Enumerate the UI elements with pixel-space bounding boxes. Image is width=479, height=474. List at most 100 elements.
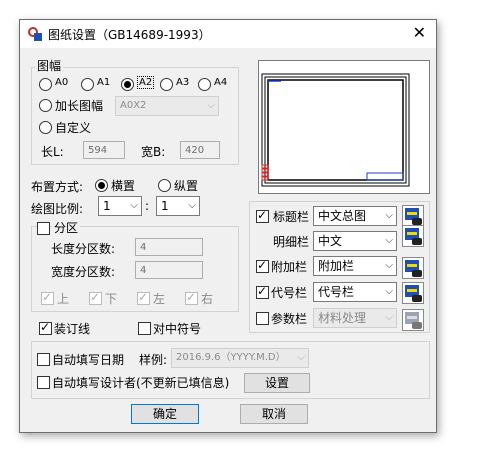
extended-size-select[interactable]: A0X2 ⌵	[115, 96, 219, 116]
radio-a0[interactable]	[39, 78, 52, 91]
code-block-label: 代号栏	[271, 286, 308, 300]
chevron-down-icon: ⌵	[188, 200, 196, 211]
radio-a1-label: A1	[97, 77, 111, 88]
extended-size-label: 加长图幅	[55, 99, 104, 113]
settings-button[interactable]: 设置	[244, 373, 310, 393]
autofill-date-label: 自动填写日期	[52, 353, 125, 367]
additional-block-checkbox[interactable]	[256, 258, 269, 273]
radio-portrait[interactable]	[158, 179, 171, 192]
zone-top-label: 上	[57, 292, 70, 306]
binoculars-icon	[412, 322, 422, 329]
scale-right-value: 1	[161, 199, 169, 213]
width-field[interactable]: 420	[180, 141, 220, 159]
radio-landscape[interactable]	[95, 179, 108, 192]
title-block-label: 标题栏	[273, 210, 310, 224]
zones-checkbox[interactable]	[37, 222, 50, 235]
zone-bottom-checkbox[interactable]	[89, 290, 102, 305]
radio-a3[interactable]	[160, 78, 173, 91]
layout-label: 布置方式:	[31, 180, 84, 194]
drawing-settings-dialog: 图纸设置（GB14689-1993） ✕ 图幅 A0 A1 A2 A3 A4 加…	[19, 19, 437, 433]
parts-list-select[interactable]: 中文 ⌵	[313, 231, 397, 251]
cancel-button[interactable]: 取消	[240, 404, 308, 424]
scale-left-value: 1	[103, 199, 111, 213]
additional-block-label: 附加栏	[271, 260, 308, 274]
radio-a2[interactable]	[121, 78, 134, 91]
app-icon	[28, 27, 42, 41]
zone-left-label: 左	[153, 292, 166, 306]
zone-right-checkbox[interactable]	[185, 290, 198, 305]
scale-label: 绘图比例:	[31, 202, 84, 216]
binoculars-icon	[412, 295, 422, 302]
length-field[interactable]: 594	[83, 141, 125, 159]
title-block-checkbox[interactable]	[256, 208, 269, 223]
chevron-down-icon: ⌵	[207, 100, 215, 111]
zone-bottom-label: 下	[105, 292, 118, 306]
radio-a3-label: A3	[176, 77, 190, 88]
center-mark-label: 对中符号	[153, 322, 202, 336]
additional-block-select[interactable]: 附加栏 ⌵	[313, 256, 397, 276]
radio-a2-label: A2	[137, 76, 155, 89]
zone-left-checkbox[interactable]	[137, 290, 150, 305]
close-icon[interactable]: ✕	[413, 24, 426, 42]
radio-a1[interactable]	[81, 78, 94, 91]
window-title: 图纸设置（GB14689-1993）	[48, 28, 211, 42]
width-zones-label: 宽度分区数:	[51, 265, 116, 279]
example-label: 样例:	[139, 353, 168, 367]
custom-size-label: 自定义	[55, 121, 92, 135]
scale-left-select[interactable]: 1 ⌵	[98, 196, 142, 216]
scale-right-select[interactable]: 1 ⌵	[156, 196, 200, 216]
length-zones-field[interactable]: 4	[135, 238, 203, 256]
radio-a4-label: A4	[214, 77, 228, 88]
date-format-select[interactable]: 2016.9.6（YYYY.M.D） ⌵	[171, 348, 309, 368]
parameter-block-select[interactable]: 材料处理 ⌵	[313, 308, 397, 328]
binoculars-icon	[412, 238, 422, 245]
additional-block-browse-button[interactable]	[402, 257, 424, 279]
chevron-down-icon: ⌵	[385, 235, 393, 246]
radio-extended-size[interactable]	[39, 99, 52, 112]
width-zones-field[interactable]: 4	[135, 261, 203, 279]
binoculars-icon	[412, 270, 422, 277]
parts-list-value: 中文	[318, 234, 343, 248]
date-format-value: 2016.9.6（YYYY.M.D）	[176, 352, 286, 363]
binoculars-icon	[412, 218, 422, 225]
autofill-designer-checkbox[interactable]	[37, 376, 50, 389]
zone-right-label: 右	[201, 292, 214, 306]
scale-separator: :	[145, 199, 150, 213]
length-zones-label: 长度分区数:	[51, 242, 116, 256]
parameter-block-browse-button[interactable]	[402, 309, 424, 331]
additional-block-value: 附加栏	[318, 259, 355, 273]
title-block-value: 中文总图	[318, 209, 367, 223]
code-block-select[interactable]: 代号栏 ⌵	[313, 282, 397, 302]
title-block-browse-button[interactable]	[402, 205, 424, 227]
chevron-down-icon: ⌵	[385, 260, 393, 271]
width-label: 宽B:	[141, 145, 166, 159]
parts-list-label: 明细栏	[273, 235, 310, 249]
title-bar: 图纸设置（GB14689-1993） ✕	[20, 20, 436, 48]
center-mark-checkbox[interactable]	[138, 322, 151, 335]
parameter-block-checkbox[interactable]	[256, 312, 269, 325]
zones-label: 分区	[52, 219, 81, 236]
code-block-checkbox[interactable]	[256, 284, 269, 299]
sheet-preview	[258, 60, 430, 194]
extended-size-value: A0X2	[120, 100, 147, 111]
radio-custom-size[interactable]	[39, 121, 52, 134]
binding-edge-label: 装订线	[54, 322, 91, 336]
parameter-block-label: 参数栏	[271, 312, 308, 326]
autofill-designer-label: 自动填写设计者(不更新已填信息)	[52, 376, 230, 390]
landscape-label: 横置	[111, 179, 136, 193]
binding-edge-checkbox[interactable]	[39, 320, 52, 335]
code-block-value: 代号栏	[318, 285, 355, 299]
chevron-down-icon: ⌵	[297, 352, 305, 363]
autofill-date-checkbox[interactable]	[37, 353, 50, 366]
radio-a4[interactable]	[198, 78, 211, 91]
chevron-down-icon: ⌵	[385, 312, 393, 323]
parts-list-browse-button[interactable]	[402, 225, 424, 247]
chevron-down-icon: ⌵	[385, 210, 393, 221]
sheet-size-group-label: 图幅	[35, 57, 64, 74]
code-block-browse-button[interactable]	[402, 282, 424, 304]
portrait-label: 纵置	[174, 179, 199, 193]
ok-button[interactable]: 确定	[131, 404, 199, 424]
title-block-select[interactable]: 中文总图 ⌵	[313, 206, 397, 226]
length-label: 长L:	[41, 145, 64, 159]
zone-top-checkbox[interactable]	[41, 290, 54, 305]
